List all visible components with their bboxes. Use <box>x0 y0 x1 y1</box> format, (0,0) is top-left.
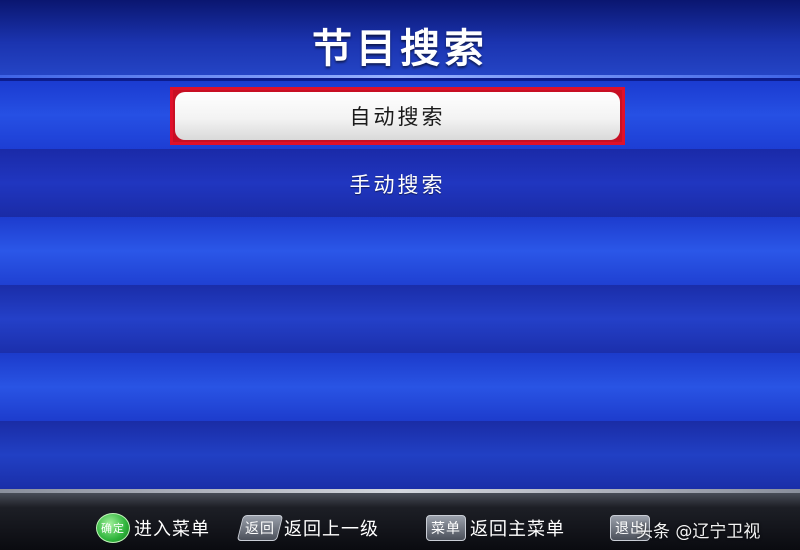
hint-label: 返回上一级 <box>284 519 379 540</box>
back-key-icon: 返回 <box>236 515 284 541</box>
menu-row-band <box>0 421 800 489</box>
tv-menu-screen: 节目搜索 自动搜索 手动搜索 确定 进入菜单 返回 返回上一级 菜单 返回主菜单 <box>0 0 800 550</box>
hint-label: 返回主菜单 <box>470 519 565 540</box>
menu-row-band <box>0 217 800 285</box>
menu-item-label: 自动搜索 <box>349 105 446 129</box>
hint-main-menu: 菜单 返回主菜单 <box>426 513 565 543</box>
ok-key-icon: 确定 <box>96 513 130 543</box>
menu-list: 自动搜索 手动搜索 <box>0 81 800 489</box>
page-title: 节目搜索 <box>312 26 488 72</box>
key-label: 返回 <box>245 521 275 537</box>
watermark: 头条 @辽宁卫视 <box>636 522 761 542</box>
hint-enter-menu: 确定 进入菜单 <box>96 513 210 543</box>
hint-label: 进入菜单 <box>134 519 210 540</box>
menu-item-manual-search[interactable]: 手动搜索 <box>170 155 625 213</box>
menu-row-band <box>0 353 800 421</box>
menu-key-icon: 菜单 <box>426 515 466 541</box>
hint-go-back: 返回 返回上一级 <box>236 513 379 543</box>
menu-item-label: 手动搜索 <box>349 173 446 197</box>
header-bar: 节目搜索 <box>0 0 800 78</box>
menu-item-auto-search[interactable]: 自动搜索 <box>170 87 625 145</box>
selection-highlight: 自动搜索 <box>175 92 620 140</box>
menu-row-band <box>0 285 800 353</box>
